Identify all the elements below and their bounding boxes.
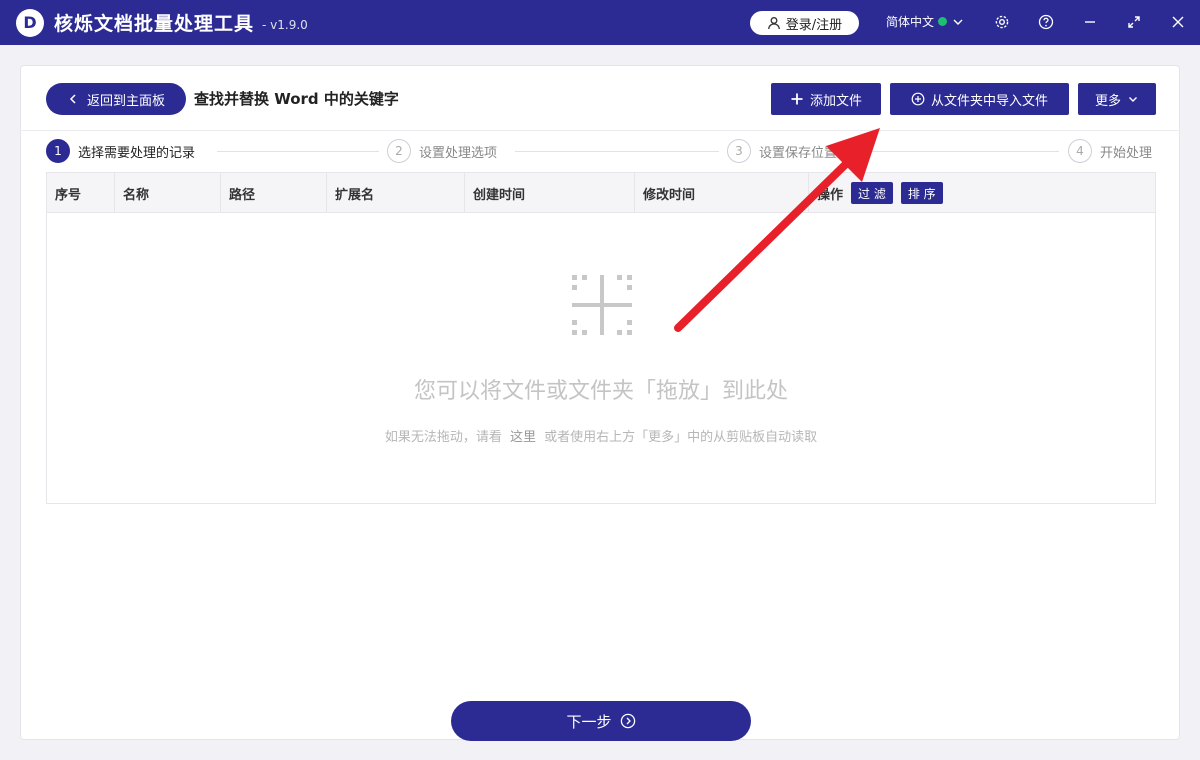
step-connector [855,151,1059,152]
back-to-main-button[interactable]: 返回到主面板 [46,83,186,115]
column-header-extension[interactable]: 扩展名 [326,173,464,213]
add-file-button[interactable]: 添加文件 [771,83,881,115]
app-title: 核烁文档批量处理工具 [54,13,255,35]
user-icon [767,17,780,30]
chevron-left-icon [69,94,76,104]
maximize-icon[interactable] [1124,12,1144,32]
header-divider [21,130,1179,131]
drop-zone-icon [572,275,632,335]
import-from-folder-button[interactable]: 从文件夹中导入文件 [890,83,1069,115]
column-header-actions: 操作 过 滤 排 序 [808,173,1155,213]
drop-zone-subhint: 如果无法拖动，请看 这里 或者使用右上方「更多」中的从剪贴板自动读取 [384,430,818,445]
language-selector[interactable]: 简体中文 [886,13,965,30]
file-table[interactable]: 序号 名称 路径 扩展名 创建时间 修改时间 操作 过 滤 排 序 您可以将文件… [46,172,1156,504]
filter-button[interactable]: 过 滤 [851,182,893,204]
step-4: 4 开始处理 [1068,139,1152,163]
app-version: - v1.9.0 [262,17,308,32]
settings-gear-icon[interactable] [992,12,1012,32]
title-bar: D 核烁文档批量处理工具 - v1.9.0 登录/注册 简体中文 [0,0,1200,45]
step-connector [515,151,719,152]
minimize-icon[interactable] [1080,12,1100,32]
column-header-path[interactable]: 路径 [220,173,326,213]
help-link[interactable]: 这里 [510,430,536,445]
column-header-name[interactable]: 名称 [114,173,220,213]
sort-button[interactable]: 排 序 [900,182,943,204]
status-dot [938,17,948,26]
plus-circle-icon [911,92,925,106]
more-menu-button[interactable]: 更多 [1078,83,1156,115]
close-icon[interactable] [1168,12,1188,32]
next-step-button[interactable]: 下一步 [451,701,751,741]
drop-zone-hint: 您可以将文件或文件夹「拖放」到此处 [413,379,788,404]
help-icon[interactable] [1036,12,1056,32]
app-logo: D [16,8,44,37]
column-header-created-time[interactable]: 创建时间 [464,173,634,213]
page-title: 查找并替换 Word 中的关键字 [194,90,399,108]
plus-icon [791,93,803,105]
column-header-modified-time[interactable]: 修改时间 [634,173,808,213]
login-register-button[interactable]: 登录/注册 [750,11,859,35]
column-header-index[interactable]: 序号 [47,173,114,213]
step-3: 3 设置保存位置 [727,139,837,163]
main-panel: 返回到主面板 查找并替换 Word 中的关键字 添加文件 从文件夹中导入文件 更… [20,65,1180,741]
step-1: 1 选择需要处理的记录 [46,139,195,163]
arrow-right-circle-icon [620,713,635,729]
step-connector [217,151,379,152]
table-header: 序号 名称 路径 扩展名 创建时间 修改时间 操作 过 滤 排 序 [47,173,1155,213]
chevron-down-icon [1129,97,1137,102]
step-2: 2 设置处理选项 [387,139,497,163]
chevron-down-icon [953,19,963,25]
